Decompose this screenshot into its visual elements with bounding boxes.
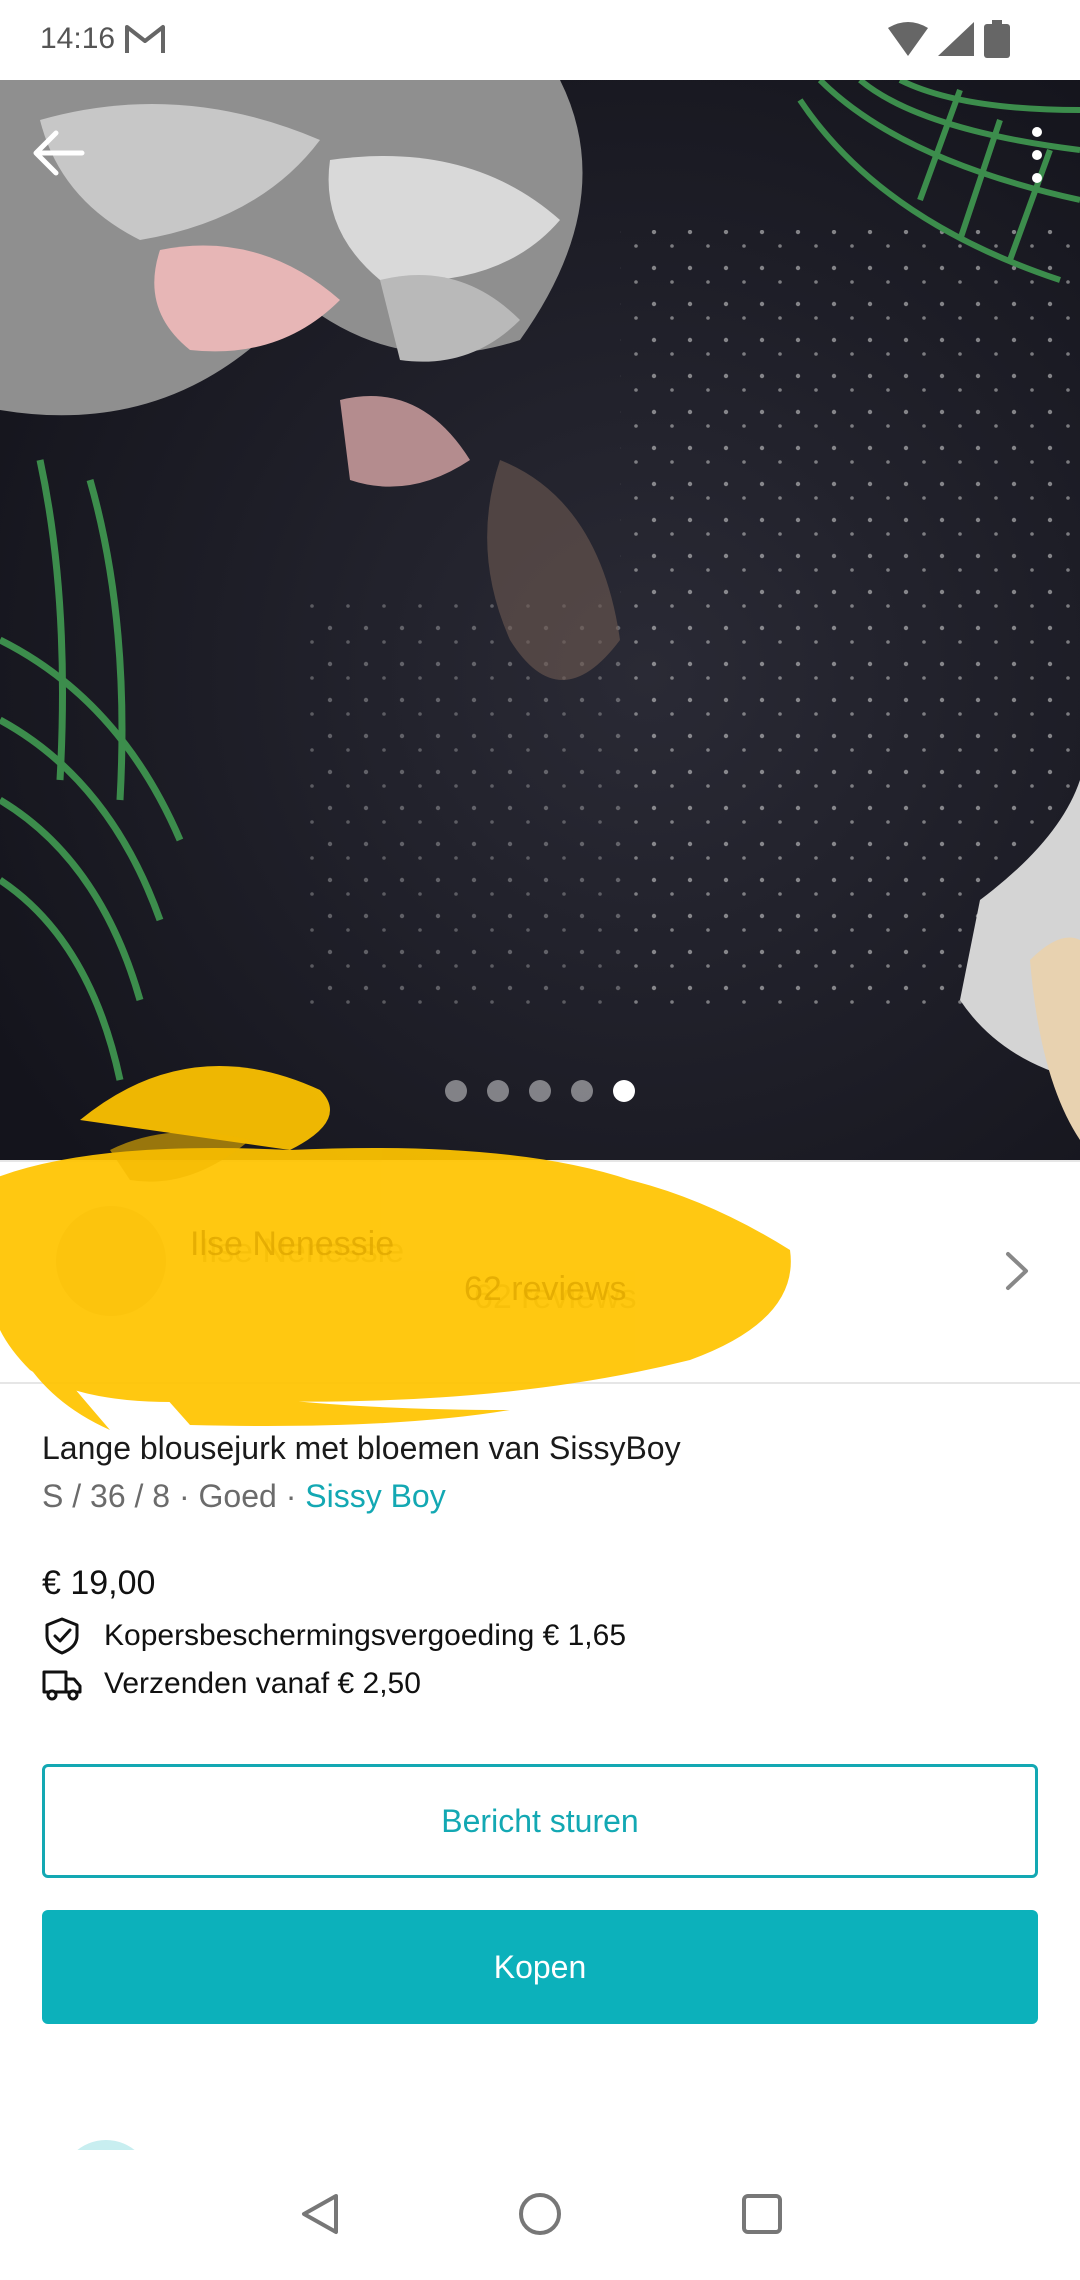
buyer-protection-text: Kopersbeschermingsvergoeding € 1,65 (104, 1619, 626, 1652)
item-title: Lange blousejurk met bloemen van SissyBo… (42, 1430, 681, 1466)
battery-icon (984, 20, 1010, 58)
signal-icon (938, 22, 974, 56)
seller-name: Ilse Nenessie (200, 1232, 405, 1270)
buyer-protection-row[interactable]: Kopersbeschermingsvergoeding € 1,65 (42, 1616, 626, 1656)
buy-button[interactable]: Kopen (42, 1910, 1038, 2024)
gallery-dot[interactable] (487, 1080, 509, 1102)
send-message-button[interactable]: Bericht sturen (42, 1764, 1038, 1878)
truck-icon (42, 1670, 82, 1701)
product-photo (0, 80, 1080, 1160)
gallery-pagination (0, 1080, 1080, 1102)
brand-link[interactable]: Sissy Boy (305, 1478, 445, 1514)
seller-profile-row[interactable]: Ilse Nenessie 62 reviews (0, 1160, 1080, 1384)
status-icons (888, 20, 1010, 58)
chevron-right-icon (1006, 1252, 1028, 1290)
system-navigation-bar (0, 2150, 1080, 2280)
shipping-row: Verzenden vanaf € 2,50 (42, 1664, 421, 1704)
avatar (56, 1206, 166, 1316)
nav-back-icon[interactable] (296, 2190, 344, 2238)
item-size-condition: S / 36 / 8 · Goed · (42, 1478, 306, 1514)
status-time: 14:16 (40, 22, 116, 55)
product-image-gallery[interactable] (0, 80, 1080, 1160)
shipping-text: Verzenden vanaf € 2,50 (104, 1667, 421, 1700)
wifi-icon (888, 22, 928, 56)
status-bar: 14:16 (0, 0, 1080, 80)
nav-home-icon[interactable] (516, 2190, 564, 2238)
gallery-dot[interactable] (445, 1080, 467, 1102)
item-price: € 19,00 (42, 1564, 156, 1602)
gallery-dot[interactable] (571, 1080, 593, 1102)
shield-check-icon (45, 1617, 79, 1655)
back-arrow-icon[interactable] (30, 125, 86, 181)
more-options-icon[interactable] (1022, 120, 1052, 190)
item-meta: S / 36 / 8 · Goed · Sissy Boy (42, 1478, 446, 1515)
seller-reviews: 62 reviews (474, 1278, 637, 1316)
gallery-dot[interactable] (529, 1080, 551, 1102)
nav-recents-icon[interactable] (738, 2190, 786, 2238)
gmail-icon (125, 25, 165, 53)
gallery-dot-active[interactable] (613, 1080, 635, 1102)
